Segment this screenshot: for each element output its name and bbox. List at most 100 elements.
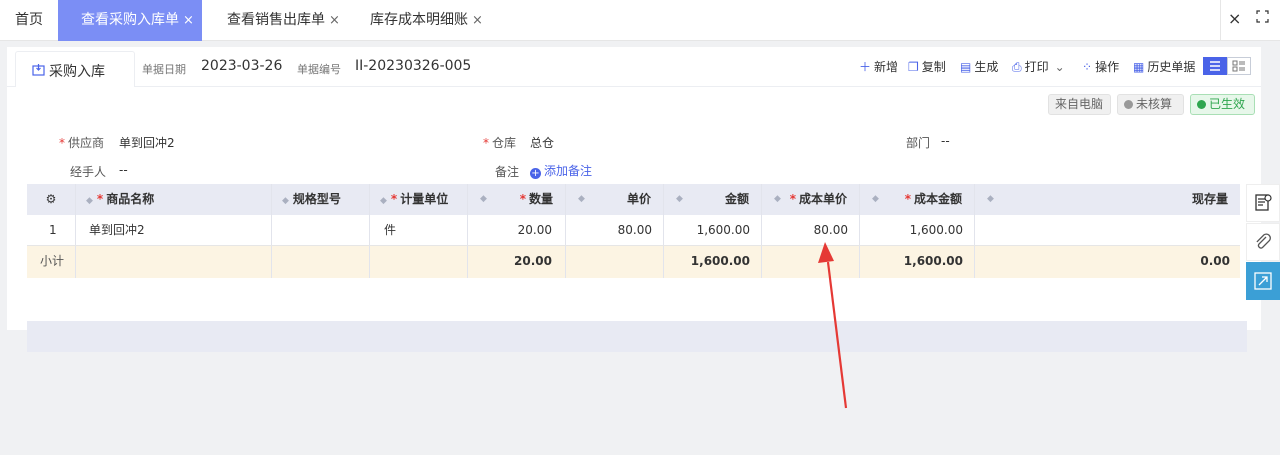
expand-button[interactable] bbox=[1246, 262, 1280, 300]
unchecked-badge: 未核算 bbox=[1117, 94, 1184, 115]
subtotal-row: 小计 20.00 1,600.00 1,600.00 0.00 bbox=[27, 246, 1240, 278]
tab-inventory-cost-ledger[interactable]: 库存成本明细账 × bbox=[370, 0, 483, 41]
dept-value: -- bbox=[941, 134, 950, 148]
col-header-name[interactable]: ◆ * 商品名称 bbox=[76, 184, 272, 215]
cell-name[interactable]: 单到回冲2 bbox=[76, 215, 272, 245]
tab-label: 查看采购入库单 bbox=[81, 12, 179, 28]
list-view-toggle[interactable] bbox=[1203, 57, 1227, 75]
expand-icon bbox=[1254, 272, 1272, 290]
supplier-value: 单到回冲2 bbox=[119, 136, 175, 150]
tab-label: 查看销售出库单 bbox=[227, 12, 325, 28]
date-value: 2023-03-26 bbox=[201, 58, 283, 74]
subtotal-empty bbox=[566, 246, 664, 278]
subtotal-label: 小计 bbox=[27, 246, 76, 278]
tab-view-sales-outbound[interactable]: 查看销售出库单 × bbox=[227, 0, 340, 41]
copy-icon: ❐ bbox=[908, 60, 919, 74]
handler-label: 经手人 bbox=[70, 165, 107, 179]
generate-label: 生成 bbox=[974, 60, 999, 74]
subtotal-empty bbox=[370, 246, 468, 278]
history-doc-icon: ▦ bbox=[1133, 60, 1145, 74]
operate-label: 操作 bbox=[1095, 60, 1120, 74]
add-note-label: 添加备注 bbox=[544, 164, 593, 178]
col-header-price[interactable]: ◆ 单价 bbox=[566, 184, 664, 215]
side-tools bbox=[1246, 184, 1280, 301]
col-header-cost-amount[interactable]: ◆ * 成本金额 bbox=[860, 184, 975, 215]
doc-no-label: 单据编号 bbox=[297, 63, 341, 76]
doc-no-value: II-20230326-005 bbox=[355, 58, 472, 74]
chevron-down-icon[interactable]: ⌄ bbox=[1055, 60, 1065, 74]
close-icon[interactable]: × bbox=[329, 13, 340, 28]
table-header-row: ⚙ ◆ * 商品名称 ◆ 规格型号 ◆ * 计量单位 ◆ * 数量 ◆ 单价 ◆ 金额 ◆ * 成本单… bbox=[27, 184, 1240, 215]
col-header-spec[interactable]: ◆ 规格型号 bbox=[272, 184, 370, 215]
row-index: 1 bbox=[27, 215, 76, 245]
operate-button[interactable]: ⁘ 操作 bbox=[1082, 58, 1119, 75]
subtotal-amount: 1,600.00 bbox=[664, 246, 762, 278]
print-button[interactable]: ⎙ 打印 ⌄ bbox=[1012, 58, 1065, 75]
subtotal-empty bbox=[272, 246, 370, 278]
close-icon[interactable]: × bbox=[183, 13, 194, 28]
inbound-icon bbox=[32, 64, 45, 76]
unchecked-label: 未核算 bbox=[1136, 97, 1173, 111]
doc-type-tab[interactable]: 采购入库 bbox=[15, 51, 135, 87]
date-label: 单据日期 bbox=[142, 63, 186, 76]
cell-cost-price[interactable]: 80.00 bbox=[762, 215, 860, 245]
cell-unit[interactable]: 件 bbox=[370, 215, 468, 245]
note-panel-button[interactable] bbox=[1246, 184, 1280, 222]
close-all-icon[interactable]: × bbox=[1228, 9, 1241, 28]
tab-home[interactable]: 首页 bbox=[15, 0, 43, 41]
list-icon bbox=[1210, 61, 1220, 71]
plus-circle-icon: + bbox=[530, 168, 541, 179]
history-label: 历史单据 bbox=[1147, 60, 1196, 74]
add-note-button[interactable]: + 添加备注 bbox=[530, 162, 592, 179]
printer-icon: ⎙ bbox=[1012, 60, 1022, 74]
handler-value: -- bbox=[119, 163, 128, 177]
grid-icon: ⁘ bbox=[1082, 60, 1093, 74]
subtotal-empty bbox=[76, 246, 272, 278]
subtotal-cost-amount: 1,600.00 bbox=[860, 246, 975, 278]
generate-button[interactable]: ▤ 生成 bbox=[960, 58, 998, 75]
col-header-amount[interactable]: ◆ 金额 bbox=[664, 184, 762, 215]
subtotal-empty bbox=[762, 246, 860, 278]
divider bbox=[1220, 0, 1221, 41]
col-header-qty[interactable]: ◆ * 数量 bbox=[468, 184, 566, 215]
detail-icon bbox=[1232, 60, 1245, 72]
attachment-button[interactable] bbox=[1246, 223, 1280, 261]
warehouse-value: 总仓 bbox=[530, 136, 555, 150]
cell-amount[interactable]: 1,600.00 bbox=[664, 215, 762, 245]
paperclip-icon bbox=[1256, 233, 1271, 249]
cell-price[interactable]: 80.00 bbox=[566, 215, 664, 245]
note-settings-icon bbox=[1255, 194, 1272, 211]
source-badge: 来自电脑 bbox=[1048, 94, 1111, 115]
cell-spec[interactable] bbox=[272, 215, 370, 245]
column-settings-icon[interactable]: ⚙ bbox=[27, 184, 76, 215]
cell-cost-amount[interactable]: 1,600.00 bbox=[860, 215, 975, 245]
plus-icon: ＋ bbox=[859, 60, 872, 74]
effective-badge: 已生效 bbox=[1190, 94, 1255, 115]
dept-label: 部门 bbox=[906, 136, 931, 150]
tab-view-purchase-inbound[interactable]: 查看采购入库单 × bbox=[58, 0, 202, 41]
copy-button[interactable]: ❐ 复制 bbox=[908, 58, 946, 75]
history-button[interactable]: ▦ 历史单据 bbox=[1133, 58, 1195, 75]
check-circle-icon bbox=[1197, 100, 1206, 109]
document-icon: ▤ bbox=[960, 60, 972, 74]
status-dot-icon bbox=[1124, 100, 1133, 109]
print-label: 打印 bbox=[1024, 60, 1049, 74]
tab-bar: 首页 查看采购入库单 × 查看销售出库单 × 库存成本明细账 × × bbox=[0, 0, 1280, 41]
col-header-unit[interactable]: ◆ * 计量单位 bbox=[370, 184, 468, 215]
col-header-cost-price[interactable]: ◆ * 成本单价 bbox=[762, 184, 860, 215]
table-row[interactable]: 1 单到回冲2 件 20.00 80.00 1,600.00 80.00 1,6… bbox=[27, 215, 1240, 246]
cell-stock bbox=[975, 215, 1240, 245]
close-icon[interactable]: × bbox=[472, 13, 483, 28]
note-label: 备注 bbox=[495, 165, 520, 179]
fullscreen-icon[interactable] bbox=[1256, 10, 1269, 23]
cell-qty[interactable]: 20.00 bbox=[468, 215, 566, 245]
tab-home-label: 首页 bbox=[15, 12, 43, 28]
new-label: 新增 bbox=[874, 60, 899, 74]
detail-view-toggle[interactable] bbox=[1227, 57, 1251, 75]
new-button[interactable]: ＋新增 bbox=[859, 58, 898, 75]
subtotal-qty: 20.00 bbox=[468, 246, 566, 278]
table-header-row bbox=[27, 321, 1247, 352]
divider bbox=[7, 86, 1261, 87]
col-header-stock[interactable]: ◆ 现存量 bbox=[975, 184, 1240, 215]
tab-label: 库存成本明细账 bbox=[370, 12, 468, 28]
